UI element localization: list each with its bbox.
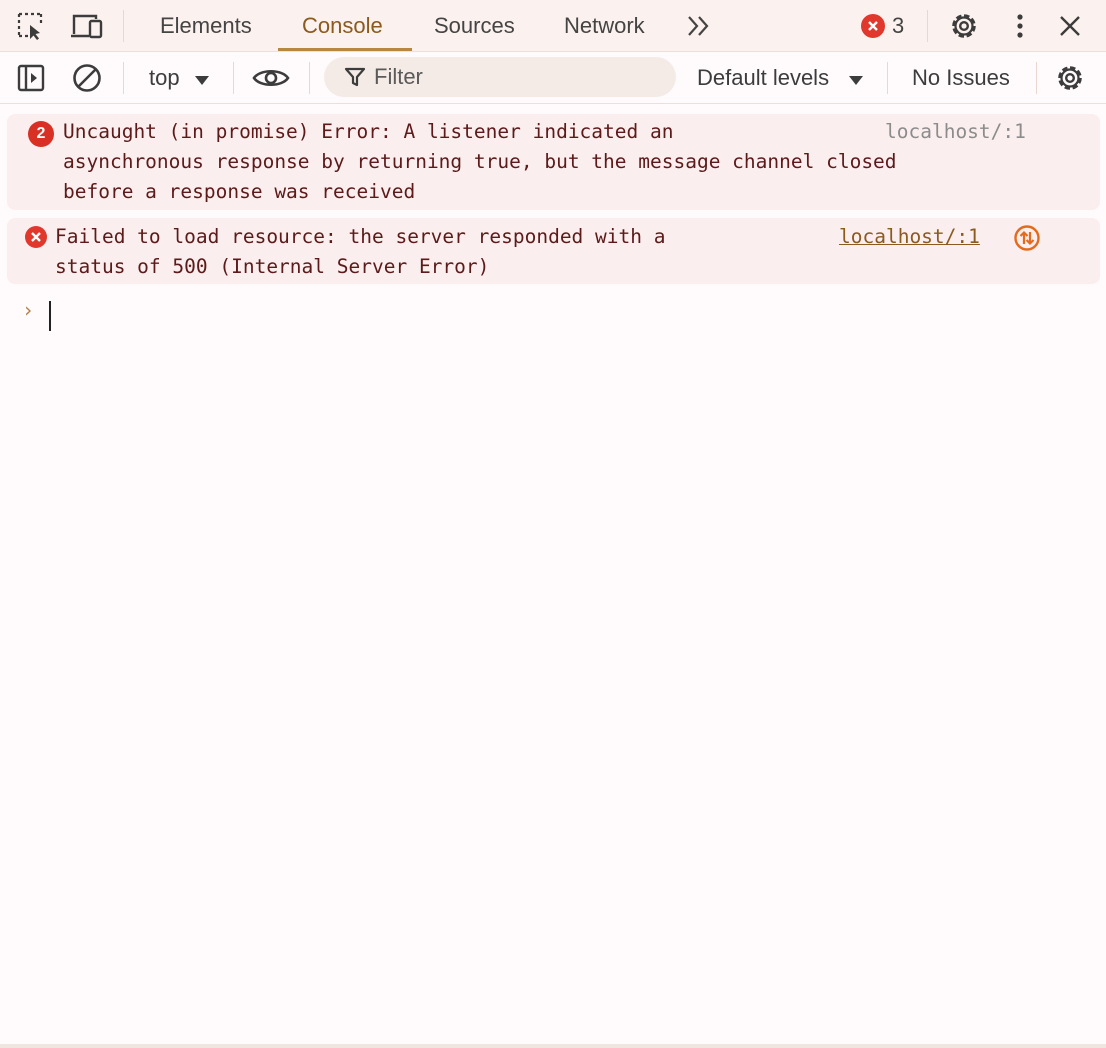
message-line: Uncaught (in promise) Error: A listener …: [63, 120, 674, 143]
chevron-down-icon: [848, 73, 864, 91]
message-text: Uncaught (in promise) Error: A listener …: [63, 117, 897, 207]
message-line: Failed to load resource: the server resp…: [55, 225, 666, 248]
message-line: asynchronous response by returning true,…: [63, 150, 897, 173]
filter-input[interactable]: [374, 64, 654, 90]
panel-bottom-border: [0, 1044, 1106, 1048]
console-prompt-icon: ›: [22, 298, 35, 322]
message-source-link[interactable]: localhost/:1: [839, 222, 980, 252]
devtools-tab-bar: Elements Console Sources Network 3: [0, 0, 1106, 52]
message-line: status of 500 (Internal Server Error): [55, 255, 490, 278]
tab-sources[interactable]: Sources: [434, 0, 515, 52]
kebab-menu-icon[interactable]: [1006, 10, 1034, 42]
sidebar-toggle-icon[interactable]: [14, 62, 48, 94]
log-levels-dropdown[interactable]: Default levels: [688, 62, 876, 94]
console-settings-icon[interactable]: [1052, 60, 1088, 96]
console-message-error[interactable]: 2 Uncaught (in promise) Error: A listene…: [7, 114, 1100, 210]
toolbar-divider: [233, 62, 234, 94]
console-message-error[interactable]: Failed to load resource: the server resp…: [7, 218, 1100, 284]
message-source-link[interactable]: localhost/:1: [885, 117, 1026, 147]
toolbar-divider: [123, 62, 124, 94]
log-levels-label: Default levels: [697, 65, 830, 90]
message-text: Failed to load resource: the server resp…: [55, 222, 665, 282]
console-input-caret[interactable]: [49, 301, 51, 331]
repeat-count-badge: 2: [28, 121, 54, 147]
device-toolbar-icon[interactable]: [69, 10, 105, 42]
error-icon: [861, 14, 885, 38]
context-selector[interactable]: top: [140, 62, 220, 94]
toolbar-divider: [927, 10, 928, 42]
eye-icon[interactable]: [250, 62, 292, 94]
tab-network[interactable]: Network: [564, 0, 645, 52]
message-line: before a response was received: [63, 180, 416, 203]
toolbar-divider: [1036, 62, 1037, 94]
toolbar-divider: [123, 10, 124, 42]
error-icon: [25, 226, 47, 248]
toolbar-divider: [887, 62, 888, 94]
context-selector-label: top: [149, 65, 180, 90]
inspect-element-icon[interactable]: [14, 10, 48, 42]
more-tabs-icon[interactable]: [684, 12, 714, 40]
close-icon[interactable]: [1054, 10, 1086, 42]
chevron-down-icon: [194, 73, 210, 91]
settings-icon[interactable]: [946, 8, 982, 44]
tab-console[interactable]: Console: [302, 0, 383, 52]
filter-icon: [344, 66, 366, 88]
tab-elements[interactable]: Elements: [160, 0, 252, 52]
error-count: 3: [892, 13, 905, 38]
filter-box[interactable]: [324, 57, 676, 97]
network-request-icon[interactable]: [1013, 224, 1041, 257]
active-tab-indicator: [278, 48, 412, 51]
error-counter[interactable]: 3: [861, 12, 911, 40]
clear-console-icon[interactable]: [70, 62, 104, 94]
toolbar-divider: [309, 62, 310, 94]
issues-count-button[interactable]: No Issues: [912, 65, 1010, 91]
console-toolbar: top Default levels No Iss: [0, 52, 1106, 104]
devtools-panel: Elements Console Sources Network 3 top F…: [0, 0, 1106, 1048]
